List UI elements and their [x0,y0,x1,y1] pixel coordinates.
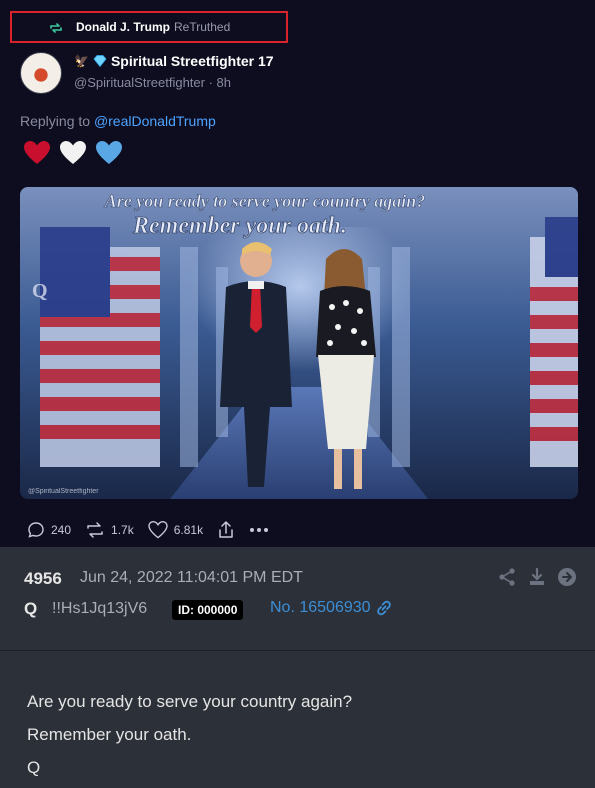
retruth-label: ReTruthed [174,20,231,34]
q-post-number: 4956 [24,569,62,588]
share-icon[interactable] [497,567,517,587]
link-icon [376,600,391,616]
q-id-badge: ID: 000000 [172,600,244,620]
blue-heart-icon [96,141,122,164]
retruth-count: 1.7k [111,523,134,537]
retruth-icon [50,23,62,33]
reply-icon [28,522,44,538]
q-post-body: Are you ready to serve your country agai… [27,685,352,784]
image-credit: @SpiritualStreetfighter [28,488,99,495]
post-image-graphic: Are you ready to serve your country agai… [20,187,578,499]
image-caption-line2: Remember your oath. [132,213,347,239]
retruth-button[interactable]: 1.7k [85,521,134,539]
author-handle[interactable]: @SpiritualStreetfighter · 8h [74,75,231,90]
q-post-tools [497,567,577,587]
retruth-user-name[interactable]: Donald J. Trump [76,20,170,34]
image-caption-line1: Are you ready to serve your country agai… [104,191,425,211]
share-icon [219,521,233,538]
more-icon [250,528,269,532]
image-watermark-q: Q [32,280,48,302]
q-body-line: Are you ready to serve your country agai… [27,692,353,711]
q-post-date: Jun 24, 2022 11:04:01 PM EDT [80,569,303,586]
flag-right [530,217,578,467]
q-poster-name: Q [24,599,38,618]
navigate-icon[interactable] [557,567,577,587]
share-button[interactable] [217,520,235,540]
author-handle-text: @SpiritualStreetfighter [74,75,205,90]
flag-left [40,227,160,467]
reply-context: Replying to @realDonaldTrump [20,113,216,129]
more-options-button[interactable] [249,527,269,533]
reply-count: 240 [51,523,72,537]
post-time: · 8h [208,75,232,90]
author-name-text: Spiritual Streetfighter 17 [110,53,274,69]
q-post: 4956 Jun 24, 2022 11:04:01 PM EDT Q !!Hs… [0,547,595,788]
post-image[interactable]: Are you ready to serve your country agai… [20,187,578,499]
white-heart-icon [60,141,86,164]
reply-mention-link[interactable]: @realDonaldTrump [94,113,216,129]
like-icon [148,521,168,539]
reply-prefix: Replying to [20,113,91,129]
red-heart-icon [24,141,50,164]
reply-button[interactable]: 240 [27,521,71,539]
eagle-icon: 🦅 [74,54,89,68]
q-post-link[interactable]: No. 16506930 [270,599,393,617]
author-display-name[interactable]: 🦅 Spiritual Streetfighter 17 [74,53,274,69]
q-body-line: Remember your oath. [27,725,192,744]
post-actions: 240 1.7k 6.81k [27,520,283,540]
q-post-number-link: No. 16506930 [270,599,371,616]
q-post-header: 4956 Jun 24, 2022 11:04:01 PM EDT Q !!Hs… [0,547,595,651]
like-button[interactable]: 6.81k [148,521,203,539]
download-icon[interactable] [527,567,547,587]
q-tripcode: !!Hs1Jq13jV6 [52,600,148,617]
diamond-icon [93,55,107,67]
truth-post: Donald J. Trump ReTruthed 🦅 Spiritual St… [0,0,595,547]
retruth-banner[interactable]: Donald J. Trump ReTruthed [10,11,288,43]
avatar[interactable] [20,52,62,94]
post-text-hearts [23,140,123,166]
retruth-action-icon [87,522,103,538]
q-body-signature: Q [27,758,41,777]
like-count: 6.81k [173,523,204,537]
